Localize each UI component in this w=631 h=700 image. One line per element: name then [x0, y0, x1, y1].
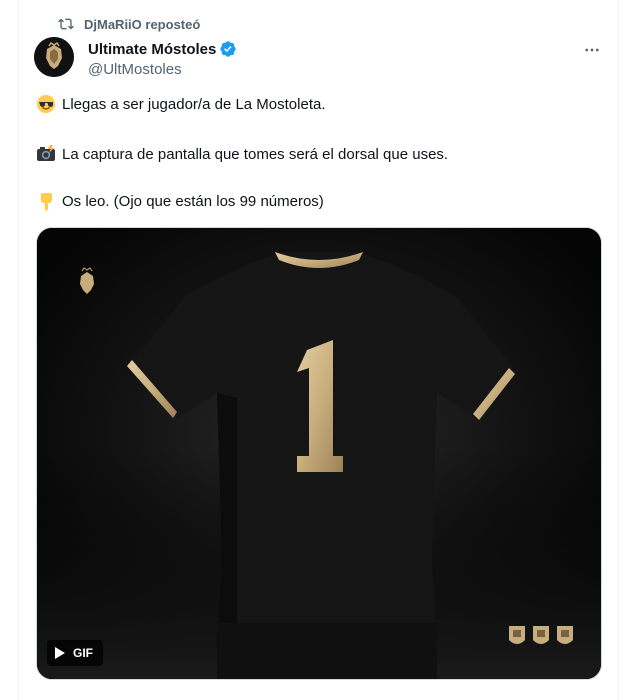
verified-badge-icon: [220, 41, 237, 57]
author-name-row[interactable]: Ultimate Móstoles: [88, 40, 237, 58]
backhand-index-pointing-down-icon: [36, 191, 56, 211]
repost-text[interactable]: DjMaRiiO reposteó: [84, 17, 200, 32]
more-dots-icon: [585, 48, 599, 52]
play-icon: [55, 647, 65, 659]
smiling-face-with-sunglasses-icon: [36, 94, 56, 114]
repost-indicator[interactable]: DjMaRiiO reposteó: [58, 16, 200, 32]
more-options-button[interactable]: [582, 40, 602, 60]
repost-icon: [58, 18, 74, 30]
lion-logo-icon: [34, 37, 74, 77]
author-handle[interactable]: @UltMostoles: [88, 61, 182, 78]
author-name[interactable]: Ultimate Móstoles: [88, 41, 216, 58]
camera-with-flash-icon: [36, 144, 56, 164]
tweet-line-text: La captura de pantalla que tomes será el…: [62, 145, 449, 163]
tweet-line-2: La captura de pantalla que tomes será el…: [36, 144, 448, 164]
media-gif[interactable]: 1 GIF: [36, 227, 602, 680]
gif-play-button[interactable]: GIF: [47, 640, 103, 666]
tweet-line-text: Llegas a ser jugador/a de La Mostoleta.: [62, 95, 326, 113]
gif-label: GIF: [73, 646, 93, 660]
avatar[interactable]: [34, 37, 74, 77]
jersey-image: [37, 228, 601, 679]
jersey-number: 1: [37, 228, 38, 229]
tweet-line-text: Os leo. (Ojo que están los 99 números): [62, 192, 324, 210]
sponsor-crests-icon: [509, 626, 573, 644]
tweet-line-3: Os leo. (Ojo que están los 99 números): [36, 191, 324, 211]
tweet-line-1: Llegas a ser jugador/a de La Mostoleta.: [36, 94, 326, 114]
